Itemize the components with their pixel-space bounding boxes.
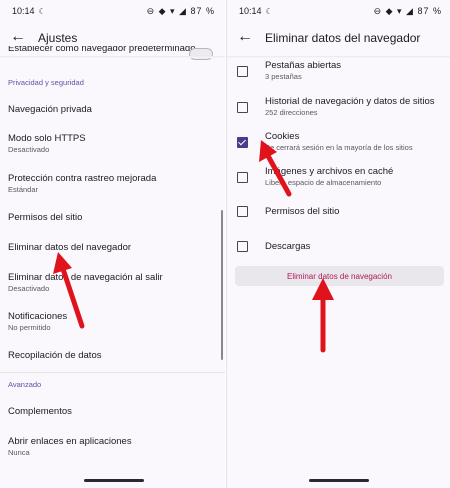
section-divider [0, 372, 225, 373]
checkbox-checked[interactable] [237, 137, 248, 148]
default-browser-toggle[interactable] [189, 48, 213, 60]
arrow-head [53, 252, 72, 274]
app-bar: ← Eliminar datos del navegador [227, 22, 450, 56]
setting-delete-browsing-data[interactable]: Eliminar datos del navegador [8, 242, 217, 254]
status-time: 10:14 [239, 6, 262, 16]
moon-icon: ☾ [265, 7, 273, 16]
section-privacy: Privacidad y seguridad [8, 78, 84, 87]
setting-delete-on-quit[interactable]: Eliminar datos de navegación al salir De… [8, 272, 217, 294]
home-indicator[interactable] [84, 479, 144, 482]
setting-data-collection[interactable]: Recopilación de datos [8, 350, 217, 362]
status-time: 10:14 [12, 6, 35, 16]
moon-icon: ☾ [38, 7, 46, 16]
checkbox[interactable] [237, 241, 248, 252]
red-arrow-annotation [312, 278, 334, 353]
setting-site-permissions[interactable]: Permisos del sitio [8, 212, 217, 224]
back-arrow-icon[interactable]: ← [10, 28, 26, 46]
delete-data-screen: 10:14 ☾ ⊖ ◆ ▾ ◢ 87 % ← Eliminar datos del… [226, 0, 450, 488]
delete-browsing-data-button[interactable]: Eliminar datos de navegación [235, 266, 444, 286]
checkbox[interactable] [237, 66, 248, 77]
app-bar-shadow [227, 56, 450, 58]
page-title: Ajustes [38, 31, 78, 45]
settings-screen: 10:14 ☾ ⊖ ◆ ▾ ◢ 87 % ← Ajustes Establecer… [0, 0, 225, 488]
back-arrow-icon[interactable]: ← [237, 28, 253, 46]
setting-https-only[interactable]: Modo solo HTTPS Desactivado [8, 133, 217, 155]
section-advanced: Avanzado [8, 380, 42, 389]
setting-tracking-protection[interactable]: Protección contra rastreo mejorada Están… [8, 173, 217, 195]
status-bar: 10:14 ☾ ⊖ ◆ ▾ ◢ 87 % [227, 0, 450, 22]
app-bar-shadow [0, 56, 225, 58]
setting-open-links-in-apps[interactable]: Abrir enlaces en aplicaciones Nunca [8, 436, 217, 458]
home-indicator[interactable] [309, 479, 369, 482]
status-icons: ⊖ ◆ ▾ ◢ 87 % [146, 6, 215, 16]
status-icons: ⊖ ◆ ▾ ◢ 87 % [373, 6, 442, 16]
checkbox[interactable] [237, 172, 248, 183]
setting-addons[interactable]: Complementos [8, 406, 217, 418]
scrollbar[interactable] [221, 210, 223, 360]
status-bar: 10:14 ☾ ⊖ ◆ ▾ ◢ 87 % [0, 0, 225, 22]
checkbox[interactable] [237, 206, 248, 217]
default-browser-setting[interactable]: Establecer como navegador predeterminado [8, 46, 217, 56]
page-title: Eliminar datos del navegador [265, 31, 421, 45]
setting-notifications[interactable]: Notificaciones No permitido [8, 311, 217, 333]
setting-private-browsing[interactable]: Navegación privada [8, 104, 217, 116]
checkbox[interactable] [237, 102, 248, 113]
screenshot: 10:14 ☾ ⊖ ◆ ▾ ◢ 87 % ← Ajustes Establecer… [0, 0, 450, 488]
